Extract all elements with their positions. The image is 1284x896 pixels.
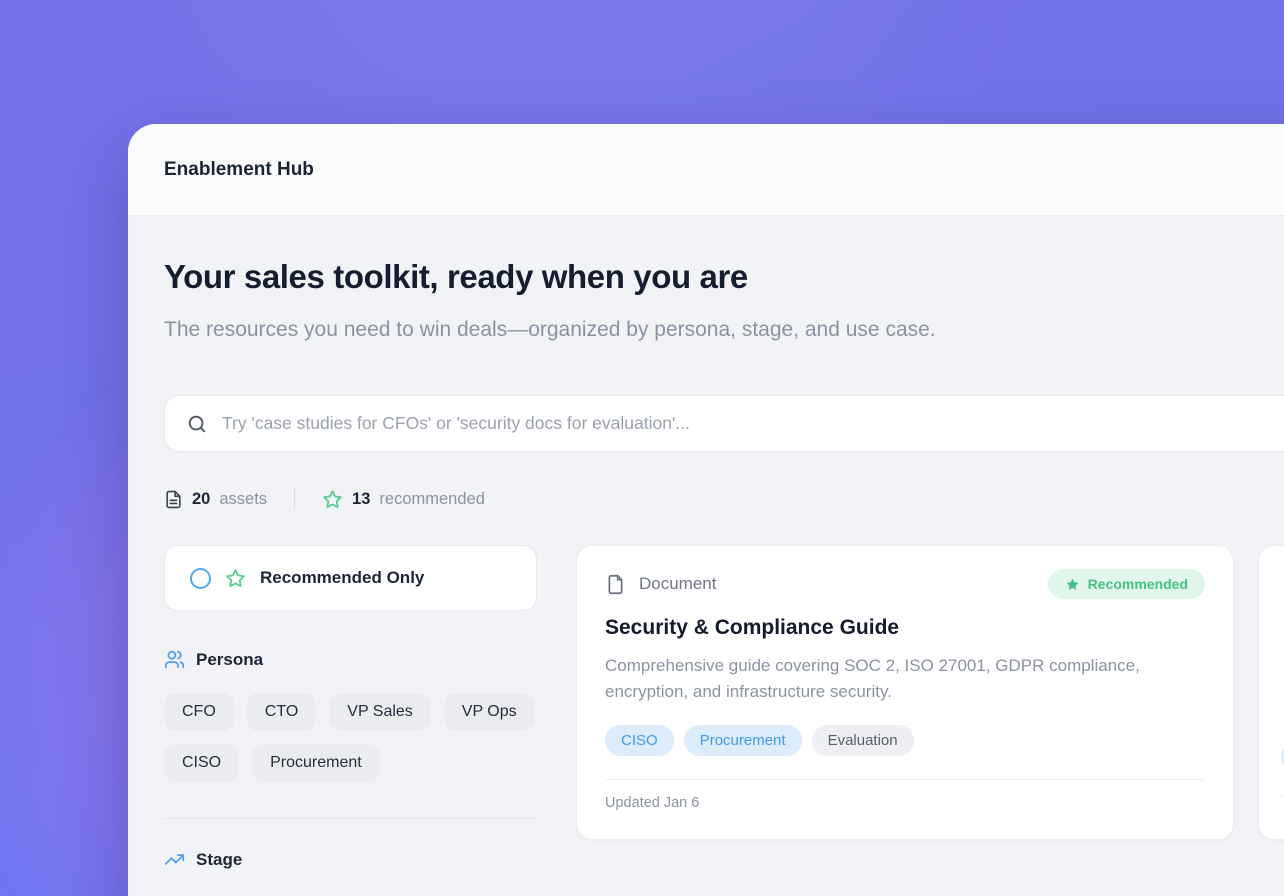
persona-chip-cfo[interactable]: CFO xyxy=(164,693,234,731)
card-title: Security & Compliance Guide xyxy=(605,616,1205,640)
page-title: Your sales toolkit, ready when you are xyxy=(164,258,1284,296)
persona-chips: CFO CTO VP Sales VP Ops CISO Procurement xyxy=(164,693,537,782)
file-icon xyxy=(605,574,626,595)
filters-panel: Recommended Only Persona xyxy=(164,545,537,893)
star-icon xyxy=(225,568,246,589)
app-header: Enablement Hub xyxy=(128,124,1284,216)
card-tags: CISO Procurement Evaluation xyxy=(605,725,1205,756)
assets-count: 20 xyxy=(192,490,210,509)
search-bar[interactable] xyxy=(164,395,1284,452)
star-filled-icon xyxy=(1065,577,1080,592)
content-row: Recommended Only Persona xyxy=(164,545,1284,893)
assets-label: assets xyxy=(219,490,267,509)
card-type-label: Document xyxy=(639,574,716,594)
asset-cards-grid: Document Recommended xyxy=(576,545,1284,840)
stage-label: Stage xyxy=(196,850,242,870)
persona-section-header: Persona xyxy=(164,649,537,670)
recommended-badge: Recommended xyxy=(1048,569,1205,599)
stats-row: 20 assets 13 recommended xyxy=(164,488,1284,510)
card-description: Comprehensive guide covering SOC 2, ISO … xyxy=(605,653,1175,705)
recommended-stat: 13 recommended xyxy=(322,489,485,510)
tag-ciso: CISO xyxy=(605,725,674,756)
card-type: Document xyxy=(605,574,716,595)
card-top-row: Document Recommended xyxy=(605,569,1205,599)
filters-divider xyxy=(164,818,537,819)
file-text-icon xyxy=(164,490,183,509)
assets-stat: 20 assets xyxy=(164,490,267,509)
search-icon xyxy=(186,413,208,435)
persona-chip-cto[interactable]: CTO xyxy=(247,693,316,731)
recommended-count: 13 xyxy=(352,490,370,509)
page-subtitle: The resources you need to win deals—orga… xyxy=(164,312,979,347)
asset-card-partial[interactable] xyxy=(1258,545,1284,840)
recommended-only-label: Recommended Only xyxy=(260,568,424,588)
search-input[interactable] xyxy=(222,413,1282,434)
app-body: Your sales toolkit, ready when you are T… xyxy=(128,216,1284,893)
persona-chip-vp-sales[interactable]: VP Sales xyxy=(329,693,431,731)
persona-label: Persona xyxy=(196,650,263,670)
recommended-badge-label: Recommended xyxy=(1088,576,1188,592)
tag-procurement: Procurement xyxy=(684,725,802,756)
persona-chip-ciso[interactable]: CISO xyxy=(164,744,239,782)
card-updated: Updated Jan 6 xyxy=(605,779,1205,811)
trending-up-icon xyxy=(164,849,185,870)
page-background: Enablement Hub Your sales toolkit, ready… xyxy=(0,0,1284,896)
tag-evaluation: Evaluation xyxy=(812,725,914,756)
recommended-only-toggle[interactable]: Recommended Only xyxy=(164,545,537,611)
app-window: Enablement Hub Your sales toolkit, ready… xyxy=(128,124,1284,896)
asset-card-security-compliance-guide[interactable]: Document Recommended xyxy=(576,545,1234,840)
persona-chip-vp-ops[interactable]: VP Ops xyxy=(444,693,535,731)
stage-section-header: Stage xyxy=(164,849,537,870)
stats-divider xyxy=(294,488,295,510)
app-title: Enablement Hub xyxy=(164,159,314,181)
recommended-label: recommended xyxy=(379,490,484,509)
radio-circle-icon[interactable] xyxy=(190,568,211,589)
users-icon xyxy=(164,649,185,670)
persona-chip-procurement[interactable]: Procurement xyxy=(252,744,380,782)
star-icon xyxy=(322,489,343,510)
